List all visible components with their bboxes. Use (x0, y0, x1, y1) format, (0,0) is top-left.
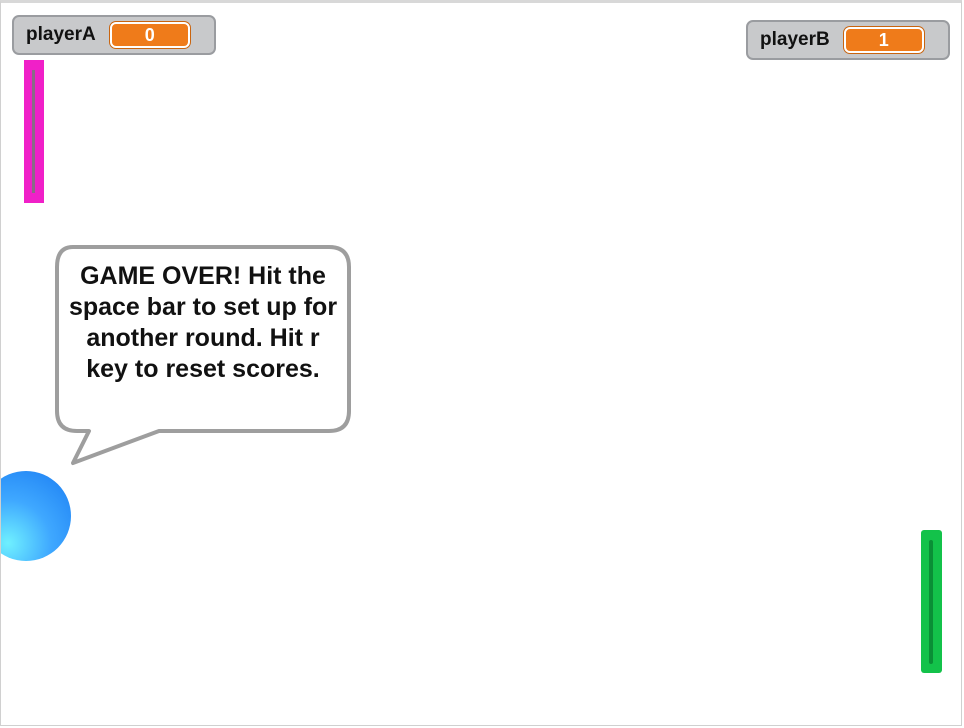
ball[interactable] (1, 471, 71, 561)
playerB-score-monitor[interactable]: playerB 1 (746, 20, 950, 60)
paddle-player-a[interactable] (24, 60, 44, 203)
playerA-label: playerA (26, 24, 96, 45)
playerA-score-value: 0 (109, 22, 190, 48)
paddle-a-center-line (32, 70, 35, 193)
playerB-score-value: 1 (843, 27, 924, 53)
playerB-label: playerB (760, 29, 830, 50)
paddle-b-center-line (929, 540, 933, 664)
game-stage[interactable]: playerA 0 playerB 1 GAME OVER! Hit the s… (0, 0, 962, 726)
game-over-message: GAME OVER! Hit the space bar to set up f… (68, 262, 338, 383)
playerA-score-monitor[interactable]: playerA 0 (12, 15, 216, 55)
paddle-player-b[interactable] (921, 530, 942, 673)
